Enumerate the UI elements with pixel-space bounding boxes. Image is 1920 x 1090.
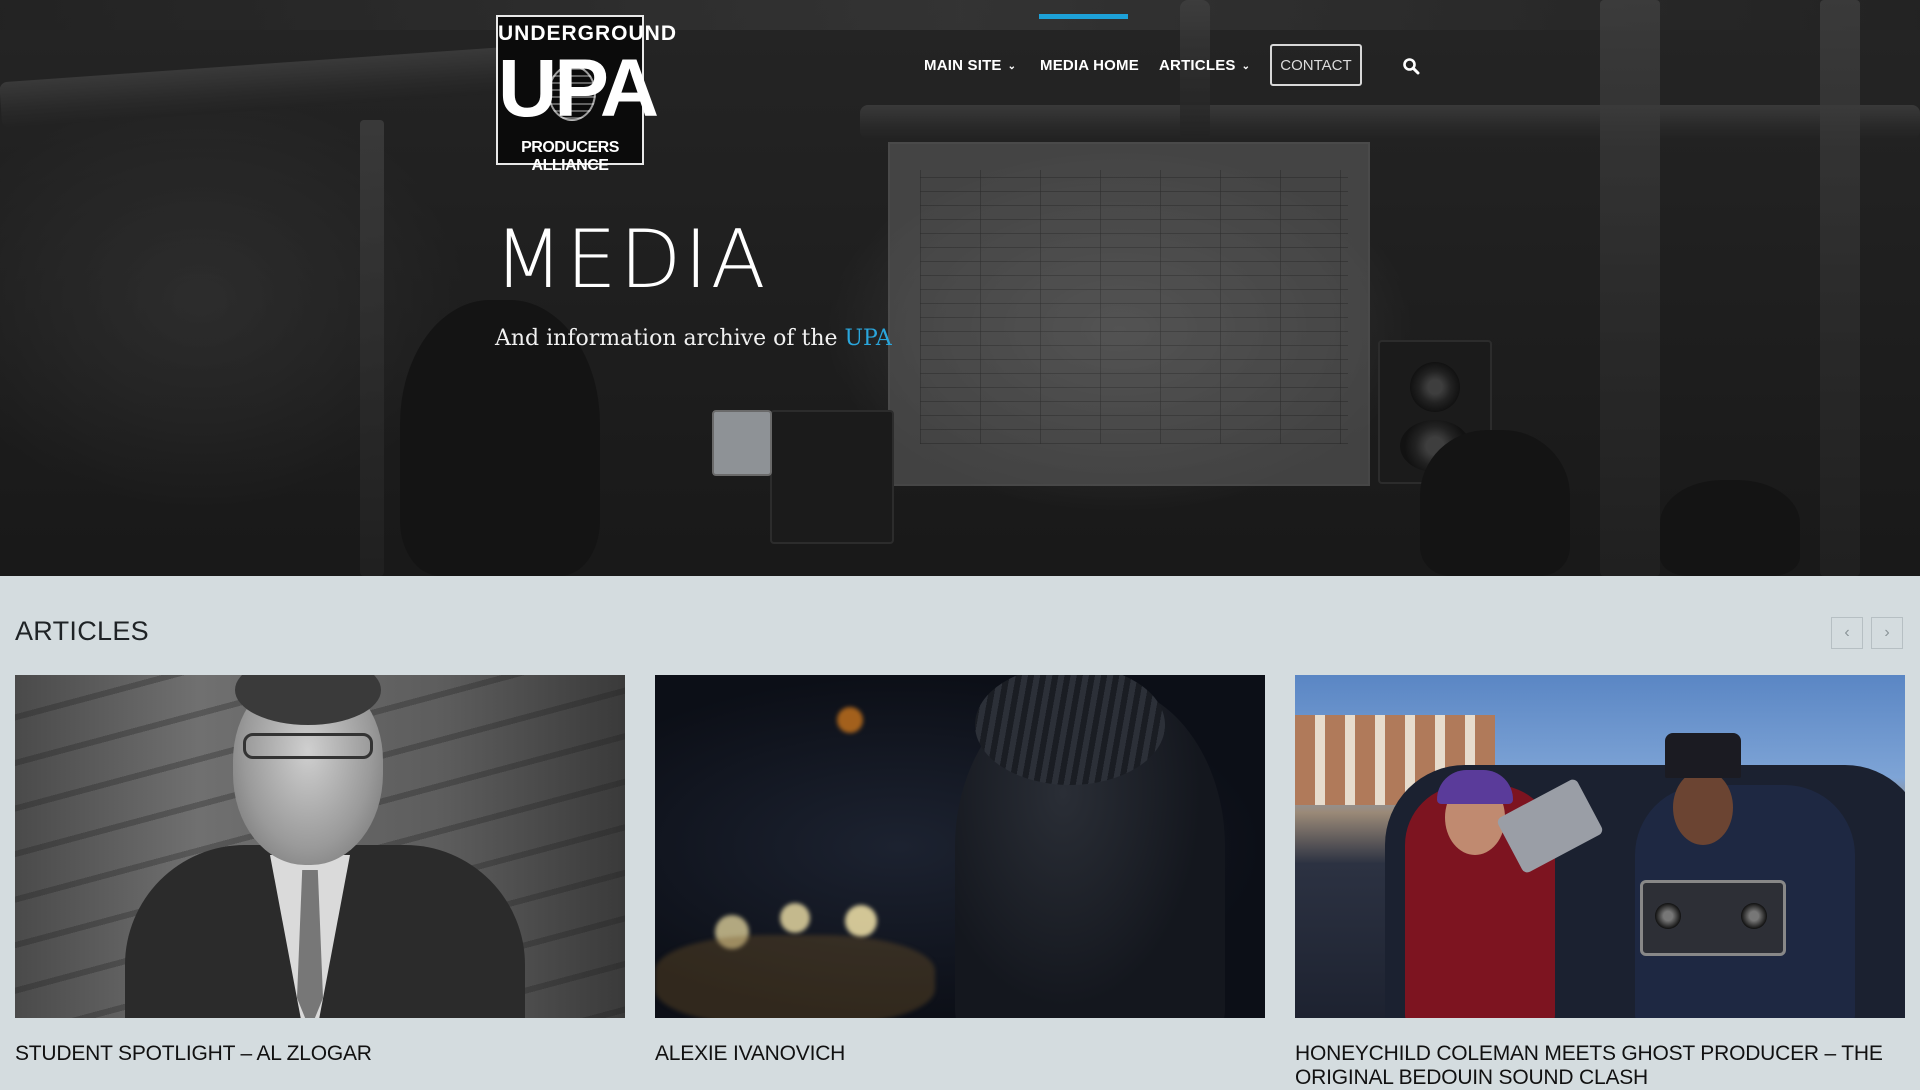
- carousel-next-button[interactable]: ›: [1871, 617, 1903, 649]
- logo-bottom-text: PRODUCERS ALLIANCE: [521, 139, 619, 174]
- article-title[interactable]: STUDENT SPOTLIGHT – AL ZLOGAR: [15, 1042, 625, 1066]
- street-glow: [655, 935, 935, 1018]
- logo-main-text: UPA: [498, 43, 659, 134]
- active-nav-indicator: [1039, 14, 1128, 19]
- search-icon[interactable]: [1402, 57, 1420, 75]
- articles-section-title: ARTICLES: [15, 616, 149, 646]
- page-title: MEDIA: [494, 213, 769, 306]
- boombox: [1640, 880, 1786, 956]
- bokeh-light: [845, 905, 877, 937]
- contact-button[interactable]: CONTACT: [1270, 44, 1362, 86]
- upa-logo[interactable]: UNDERGROUND UPA PRODUCERS ALLIANCE: [496, 15, 676, 174]
- boombox-speaker: [1655, 903, 1681, 929]
- nav-item-main-site[interactable]: MAIN SITE ⌄: [924, 56, 1016, 78]
- chevron-right-icon: ›: [1884, 624, 1890, 641]
- article-card[interactable]: ALEXIE IVANOVICH: [655, 675, 1265, 1066]
- subtitle-text: And information archive of the: [495, 326, 845, 351]
- nav-item-articles[interactable]: ARTICLES ⌄: [1159, 56, 1250, 78]
- article-thumbnail[interactable]: [1295, 675, 1905, 1018]
- article-thumbnail[interactable]: [655, 675, 1265, 1018]
- subtitle-upa-link[interactable]: UPA: [845, 326, 892, 351]
- bokeh-light: [780, 903, 810, 933]
- woman-face: [1673, 770, 1733, 845]
- nav-item-label: ARTICLES: [1159, 57, 1236, 74]
- article-card[interactable]: STUDENT SPOTLIGHT – AL ZLOGAR: [15, 675, 625, 1066]
- article-title[interactable]: HONEYCHILD COLEMAN MEETS GHOST PRODUCER …: [1295, 1042, 1905, 1090]
- article-thumbnail[interactable]: [15, 675, 625, 1018]
- page-subtitle: And information archive of the UPA: [495, 324, 892, 354]
- article-card[interactable]: HONEYCHILD COLEMAN MEETS GHOST PRODUCER …: [1295, 675, 1905, 1090]
- chevron-left-icon: ‹: [1844, 624, 1850, 641]
- hero-overlay: [0, 0, 1920, 576]
- glasses-shape: [243, 733, 373, 759]
- bokeh-light: [837, 707, 863, 733]
- carousel-prev-button[interactable]: ‹: [1831, 617, 1863, 649]
- nav-item-media-home[interactable]: MEDIA HOME: [1040, 56, 1139, 76]
- hero-banner: UNDERGROUND UPA PRODUCERS ALLIANCE MAIN …: [0, 0, 1920, 576]
- nav-item-label: MEDIA HOME: [1040, 57, 1139, 74]
- chevron-down-icon: ⌄: [1241, 61, 1251, 72]
- top-hat: [1665, 733, 1741, 778]
- boombox-speaker: [1741, 903, 1767, 929]
- article-title[interactable]: ALEXIE IVANOVICH: [655, 1042, 1265, 1066]
- nav-item-label: MAIN SITE: [924, 57, 1002, 74]
- chevron-down-icon: ⌄: [1007, 61, 1017, 72]
